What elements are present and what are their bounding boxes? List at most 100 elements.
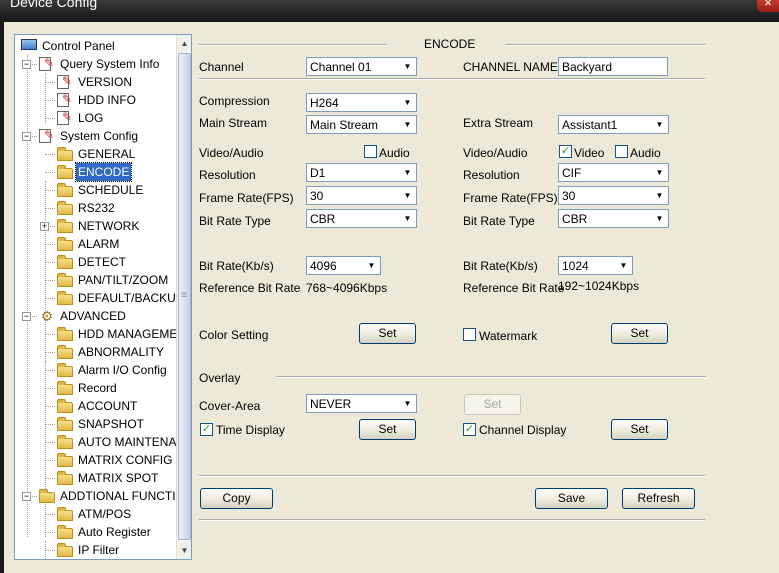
- chevron-down-icon: ▼: [652, 188, 667, 203]
- main-audio-checkbox[interactable]: [364, 145, 377, 158]
- time-display-set-button[interactable]: Set: [359, 419, 416, 440]
- title-bar: Device Config ×: [0, 0, 779, 22]
- document-icon: [57, 90, 72, 108]
- collapse-icon[interactable]: −: [22, 492, 31, 501]
- overlay-label: Overlay: [199, 371, 241, 385]
- folder-icon: [57, 417, 73, 431]
- main-stream-select[interactable]: Main Stream ▼: [306, 115, 417, 134]
- extra-bit-rate-select[interactable]: 1024 ▼: [558, 256, 633, 275]
- tree-guide-line: [45, 100, 55, 101]
- folder-icon: [57, 273, 73, 287]
- cover-area-set-button[interactable]: Set: [464, 394, 521, 415]
- tree-item-label: PAN/TILT/ZOOM: [78, 273, 169, 287]
- chevron-down-icon: ▼: [652, 211, 667, 226]
- tree-guide-line: [45, 82, 55, 83]
- divider: [199, 44, 386, 46]
- main-bit-rate-type-value: CBR: [310, 212, 336, 226]
- collapse-icon[interactable]: −: [22, 132, 31, 141]
- tree-guide-line: [45, 73, 46, 123]
- compression-select[interactable]: H264 ▼: [306, 93, 417, 112]
- watermark-set-button[interactable]: Set: [611, 323, 668, 344]
- extra-stream-label: Extra Stream: [463, 116, 534, 130]
- channel-select[interactable]: Channel 01 ▼: [306, 57, 417, 76]
- expand-icon[interactable]: +: [40, 222, 49, 231]
- channel-label: Channel: [199, 60, 244, 74]
- channel-display-set-button[interactable]: Set: [611, 419, 668, 440]
- grip-icon: ≡: [181, 290, 187, 301]
- tree-guide-line: [45, 370, 55, 371]
- main-frame-rate-select[interactable]: 30 ▼: [306, 186, 417, 205]
- chevron-down-icon: ▼: [400, 165, 415, 180]
- chevron-down-icon: ▼: [400, 117, 415, 132]
- channel-name-label: CHANNEL NAME: [463, 60, 558, 74]
- chevron-down-icon: ▼: [400, 188, 415, 203]
- tree-item-label: LOG: [78, 111, 104, 125]
- chevron-down-icon: ▼: [400, 95, 415, 110]
- cover-area-select[interactable]: NEVER ▼: [306, 394, 417, 413]
- folder-icon: [57, 399, 73, 413]
- compression-value: H264: [310, 96, 339, 110]
- scroll-down-icon[interactable]: ▼: [178, 543, 191, 558]
- copy-button[interactable]: Copy: [200, 488, 273, 509]
- bit-rate-type-label-right: Bit Rate Type: [463, 214, 535, 228]
- compression-label: Compression: [199, 94, 270, 108]
- dialog-client-area: Control Panel − Query System Info VERSION HD…: [4, 22, 779, 573]
- folder-icon: [57, 327, 73, 341]
- channel-name-input[interactable]: Backyard: [558, 57, 668, 76]
- folder-icon: [57, 255, 73, 269]
- scroll-thumb[interactable]: ≡: [178, 53, 191, 540]
- watermark-checkbox[interactable]: [463, 328, 476, 341]
- extra-stream-select[interactable]: Assistant1 ▼: [558, 115, 669, 134]
- folder-icon: [39, 489, 55, 503]
- window-title: Device Config: [10, 0, 98, 10]
- extra-audio-label: Audio: [630, 146, 661, 160]
- tree-guide-line: [45, 424, 55, 425]
- color-setting-label: Color Setting: [199, 328, 269, 342]
- collapse-icon[interactable]: −: [22, 60, 31, 69]
- folder-icon: [57, 237, 73, 251]
- refresh-button[interactable]: Refresh: [622, 488, 695, 509]
- color-setting-set-button[interactable]: Set: [359, 323, 416, 344]
- tree-item-label: ABNORMALITY: [78, 345, 165, 359]
- tree-guide-line: [45, 172, 55, 173]
- tree-scrollbar[interactable]: ▲ ≡ ▼: [176, 35, 191, 559]
- tree-guide-line: [45, 118, 55, 119]
- main-bit-rate-select[interactable]: 4096 ▼: [306, 256, 381, 275]
- tree-item-label: AUTO MAINTENA: [78, 435, 177, 449]
- extra-bit-rate-type-select[interactable]: CBR ▼: [558, 209, 669, 228]
- extra-bit-rate-value: 1024: [562, 259, 589, 273]
- extra-resolution-select[interactable]: CIF ▼: [558, 163, 669, 182]
- tree-item-label: HDD MANAGEME: [78, 327, 178, 341]
- main-resolution-select[interactable]: D1 ▼: [306, 163, 417, 182]
- channel-display-checkbox[interactable]: ✓: [463, 423, 476, 436]
- channel-display-label: Channel Display: [479, 423, 567, 437]
- extra-frame-rate-select[interactable]: 30 ▼: [558, 186, 669, 205]
- chevron-down-icon: ▼: [652, 117, 667, 132]
- folder-icon: [57, 183, 73, 197]
- tree-guide-line: [45, 154, 55, 155]
- folder-icon: [57, 453, 73, 467]
- time-display-checkbox[interactable]: ✓: [200, 423, 213, 436]
- tree-item-label: MATRIX CONFIG: [78, 453, 173, 467]
- document-icon: [57, 72, 72, 90]
- frame-rate-label-right: Frame Rate(FPS): [463, 191, 558, 205]
- tree-guide-line: [45, 244, 55, 245]
- tree-guide-line: [45, 190, 55, 191]
- bit-rate-label-right: Bit Rate(Kb/s): [463, 259, 538, 273]
- extra-audio-checkbox[interactable]: [615, 145, 628, 158]
- bit-rate-type-label-left: Bit Rate Type: [199, 214, 271, 228]
- folder-icon: [57, 291, 73, 305]
- folder-icon: [57, 471, 73, 485]
- main-bit-rate-type-select[interactable]: CBR ▼: [306, 209, 417, 228]
- tree-item-label: NETWORK: [78, 219, 140, 233]
- tree-item-label: ACCOUNT: [78, 399, 138, 413]
- collapse-icon[interactable]: −: [22, 312, 31, 321]
- tree-item-label: ADDTIONAL FUNCTIO: [60, 489, 185, 503]
- save-button[interactable]: Save: [535, 488, 608, 509]
- scroll-up-icon[interactable]: ▲: [178, 36, 191, 51]
- extra-video-checkbox[interactable]: ✓: [559, 145, 572, 158]
- close-icon[interactable]: ×: [757, 0, 779, 12]
- folder-icon: [57, 507, 73, 521]
- tree-guide-line: [45, 280, 55, 281]
- tree-item-label: ADVANCED: [60, 309, 126, 323]
